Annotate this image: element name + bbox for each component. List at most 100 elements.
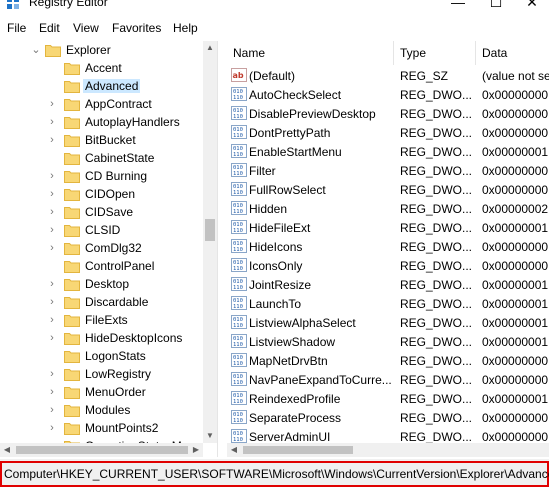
chevron-right-icon[interactable]: ›: [46, 170, 58, 182]
chevron-right-icon[interactable]: ›: [46, 116, 58, 128]
column-header-data[interactable]: Data: [476, 41, 549, 65]
scroll-down-arrow-icon[interactable]: ▼: [203, 429, 217, 443]
minimize-button[interactable]: —: [441, 0, 475, 12]
value-row[interactable]: 010 110 JointResize REG_DWO... 0x00000001 (: [227, 275, 549, 294]
value-row[interactable]: 010 110 LaunchTo REG_DWO... 0x00000001 (: [227, 294, 549, 313]
tree-item-label: BitBucket: [85, 133, 136, 147]
tree-vertical-scrollbar[interactable]: ▲ ▼: [203, 41, 217, 443]
menu-favorites[interactable]: Favorites: [112, 21, 161, 35]
tree-item-label: Accent: [85, 61, 122, 75]
value-row[interactable]: 010 110 Hidden REG_DWO... 0x00000002 (: [227, 199, 549, 218]
tree-item[interactable]: Accent: [0, 59, 203, 77]
chevron-right-icon[interactable]: ›: [46, 242, 58, 254]
value-row[interactable]: 010 110 ReindexedProfile REG_DWO... 0x000000…: [227, 389, 549, 408]
tree-item[interactable]: › Discardable: [0, 293, 203, 311]
value-row[interactable]: 010 110 Filter REG_DWO... 0x00000000 (: [227, 161, 549, 180]
value-type: REG_DWO...: [400, 316, 473, 330]
menu-help[interactable]: Help: [173, 21, 198, 35]
value-data: 0x00000000 (: [482, 126, 549, 140]
menu-file[interactable]: File: [7, 21, 26, 35]
chevron-right-icon[interactable]: ›: [46, 206, 58, 218]
close-button[interactable]: ✕: [515, 0, 549, 12]
value-name: HideIcons: [249, 240, 303, 254]
tree-item[interactable]: › ComDlg32: [0, 239, 203, 257]
string-value-icon: ab: [231, 68, 247, 82]
chevron-right-icon[interactable]: ›: [46, 422, 58, 434]
value-name: ServerAdminUI: [249, 430, 331, 443]
menu-view[interactable]: View: [73, 21, 99, 35]
value-row[interactable]: 010 110 IconsOnly REG_DWO... 0x00000000 (: [227, 256, 549, 275]
key-tree-pane[interactable]: ⌄ Explorer Accent Advanced › AppContract › Auto…: [0, 41, 217, 457]
tree-item[interactable]: LogonStats: [0, 347, 203, 365]
list-hscroll-thumb[interactable]: [243, 446, 353, 454]
chevron-right-icon[interactable]: ›: [46, 404, 58, 416]
chevron-down-icon[interactable]: ⌄: [30, 44, 42, 56]
maximize-button[interactable]: ☐: [479, 0, 513, 12]
chevron-right-icon[interactable]: ›: [46, 224, 58, 236]
chevron-right-icon[interactable]: ›: [46, 296, 58, 308]
tree-item[interactable]: › CIDOpen: [0, 185, 203, 203]
value-row[interactable]: 010 110 DontPrettyPath REG_DWO... 0x00000000…: [227, 123, 549, 142]
tree-item-selected[interactable]: Advanced: [0, 77, 203, 95]
value-row[interactable]: 010 110 NavPaneExpandToCurre... REG_DWO... 0…: [227, 370, 549, 389]
tree-item[interactable]: CabinetState: [0, 149, 203, 167]
folder-icon: [64, 115, 80, 129]
value-row[interactable]: 010 110 SeparateProcess REG_DWO... 0x0000000…: [227, 408, 549, 427]
value-row[interactable]: 010 110 ListviewShadow REG_DWO... 0x00000001…: [227, 332, 549, 351]
value-row[interactable]: 010 110 AutoCheckSelect REG_DWO... 0x0000000…: [227, 85, 549, 104]
value-row[interactable]: 010 110 ListviewAlphaSelect REG_DWO... 0x000…: [227, 313, 549, 332]
chevron-right-icon[interactable]: ›: [46, 188, 58, 200]
value-row[interactable]: 010 110 ServerAdminUI REG_DWO... 0x00000000 …: [227, 427, 549, 443]
svg-text:110: 110: [233, 152, 243, 158]
tree-item[interactable]: › FileExts: [0, 311, 203, 329]
chevron-right-icon[interactable]: ›: [46, 98, 58, 110]
tree-item[interactable]: › BitBucket: [0, 131, 203, 149]
value-type: REG_DWO...: [400, 411, 473, 425]
tree-item[interactable]: › HideDesktopIcons: [0, 329, 203, 347]
tree-item[interactable]: › CLSID: [0, 221, 203, 239]
tree-scroll-thumb[interactable]: [205, 219, 215, 241]
window-title: Registry Editor: [29, 0, 108, 9]
value-type: REG_DWO...: [400, 88, 473, 102]
tree-item[interactable]: › MountPoints2: [0, 419, 203, 437]
scroll-up-arrow-icon[interactable]: ▲: [203, 41, 217, 55]
chevron-right-icon[interactable]: ›: [46, 368, 58, 380]
tree-item[interactable]: › AppContract: [0, 95, 203, 113]
value-row[interactable]: 010 110 MapNetDrvBtn REG_DWO... 0x00000000 (: [227, 351, 549, 370]
column-header-name[interactable]: Name: [227, 41, 394, 65]
tree-item[interactable]: › CD Burning: [0, 167, 203, 185]
registry-path[interactable]: Computer\HKEY_CURRENT_USER\SOFTWARE\Micr…: [4, 467, 549, 481]
values-list-pane[interactable]: Name Type Data ab (Default) REG_SZ (value n…: [227, 41, 549, 443]
chevron-right-icon[interactable]: ›: [46, 278, 58, 290]
scroll-right-arrow-icon[interactable]: ▶: [189, 443, 203, 457]
value-row[interactable]: 010 110 FullRowSelect REG_DWO... 0x00000000 …: [227, 180, 549, 199]
value-row[interactable]: 010 110 DisablePreviewDesktop REG_DWO... 0x0…: [227, 104, 549, 123]
value-row[interactable]: 010 110 EnableStartMenu REG_DWO... 0x0000000…: [227, 142, 549, 161]
tree-horizontal-scrollbar[interactable]: ◀ ▶: [0, 443, 203, 457]
column-header-type[interactable]: Type: [394, 41, 476, 65]
chevron-right-icon[interactable]: ›: [46, 314, 58, 326]
tree-hscroll-thumb[interactable]: [16, 446, 188, 454]
tree-item[interactable]: ControlPanel: [0, 257, 203, 275]
folder-icon: [64, 97, 80, 111]
tree-item[interactable]: › CIDSave: [0, 203, 203, 221]
menu-edit[interactable]: Edit: [39, 21, 60, 35]
scroll-left-arrow-icon[interactable]: ◀: [0, 443, 14, 457]
tree-item-explorer[interactable]: ⌄ Explorer: [0, 41, 203, 59]
value-row[interactable]: 010 110 HideFileExt REG_DWO... 0x00000001 (: [227, 218, 549, 237]
tree-item[interactable]: › Desktop: [0, 275, 203, 293]
list-horizontal-scrollbar[interactable]: ◀: [227, 443, 549, 457]
tree-item[interactable]: › MenuOrder: [0, 383, 203, 401]
chevron-right-icon[interactable]: ›: [46, 332, 58, 344]
value-data: 0x00000002 (: [482, 202, 549, 216]
scroll-left-arrow-icon[interactable]: ◀: [227, 443, 241, 457]
chevron-right-icon[interactable]: ›: [46, 386, 58, 398]
tree-item[interactable]: › LowRegistry: [0, 365, 203, 383]
chevron-right-icon[interactable]: ›: [46, 134, 58, 146]
value-row[interactable]: ab (Default) REG_SZ (value not se: [227, 66, 549, 85]
value-row[interactable]: 010 110 HideIcons REG_DWO... 0x00000000 (: [227, 237, 549, 256]
tree-item[interactable]: › Modules: [0, 401, 203, 419]
folder-icon: [64, 313, 80, 327]
tree-item[interactable]: › AutoplayHandlers: [0, 113, 203, 131]
binary-value-icon: 010 110: [231, 334, 247, 348]
